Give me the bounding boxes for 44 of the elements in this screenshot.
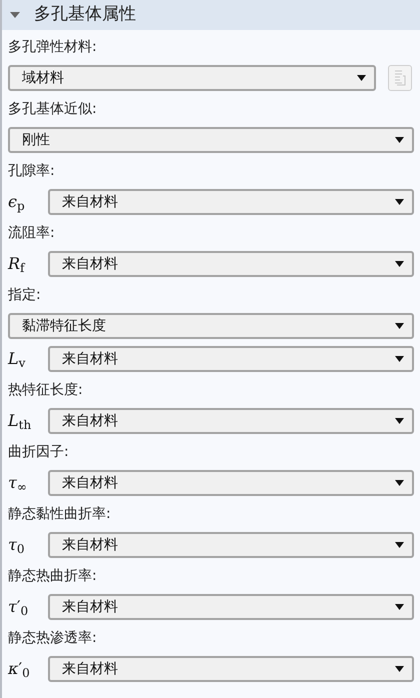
caret-icon xyxy=(395,137,404,143)
field-label: 静态热曲折率: xyxy=(8,566,98,586)
dropdown[interactable]: 域材料 xyxy=(8,65,376,91)
caret-icon xyxy=(395,666,404,672)
section-title: 多孔基体属性 xyxy=(34,3,136,26)
caret-icon xyxy=(395,604,404,610)
caret-icon xyxy=(395,418,404,424)
caret-icon xyxy=(395,261,404,267)
dropdown[interactable]: 来自材料 xyxy=(48,189,414,215)
field-label: 流阻率: xyxy=(8,224,56,242)
caret-icon xyxy=(395,323,404,329)
field-label: 曲折因子: xyxy=(8,442,70,462)
section-header[interactable]: 多孔基体属性 xyxy=(2,0,420,30)
caret-icon xyxy=(10,11,20,19)
symbol-label: τ$_{∞}$ xyxy=(8,475,28,491)
field-label: 静态黏性曲折率: xyxy=(8,504,112,524)
field-label: 热特征长度: xyxy=(8,380,84,400)
field-label: 多孔弹性材料: xyxy=(8,38,98,56)
caret-icon xyxy=(395,199,404,205)
caret-icon xyxy=(395,356,404,362)
field-label: 静态热渗透率: xyxy=(8,628,98,648)
field-label: 孔隙率: xyxy=(8,162,56,180)
symbol-label: ϵ$_{p}$ xyxy=(8,194,26,210)
dropdown[interactable]: 刚性 xyxy=(8,127,414,153)
dropdown[interactable]: 黏滞特征长度 xyxy=(8,313,414,339)
caret-icon xyxy=(395,480,404,486)
caret-icon xyxy=(395,542,404,548)
document-icon xyxy=(394,70,406,86)
symbol-label: τ$_{0}$ xyxy=(8,537,26,553)
dropdown[interactable]: 来自材料 xyxy=(48,594,414,620)
dropdown[interactable]: 来自材料 xyxy=(48,532,414,558)
field-label: 多孔基体近似: xyxy=(8,100,98,118)
caret-icon xyxy=(357,75,366,81)
dropdown[interactable]: 来自材料 xyxy=(48,408,414,434)
dropdown[interactable]: 来自材料 xyxy=(48,656,414,682)
dropdown[interactable]: 来自材料 xyxy=(48,470,414,496)
field-label: 指定: xyxy=(8,286,42,304)
dropdown[interactable]: 来自材料 xyxy=(48,346,414,372)
symbol-label: L$_{v}$ xyxy=(8,351,26,367)
symbol-label: κ′$_{0}$ xyxy=(8,661,31,677)
symbol-label: L$_{th}$ xyxy=(8,413,32,429)
dropdown[interactable]: 来自材料 xyxy=(48,251,414,277)
symbol-label: τ′$_{0}$ xyxy=(8,599,30,615)
symbol-label: R$_{f}$ xyxy=(8,256,26,272)
